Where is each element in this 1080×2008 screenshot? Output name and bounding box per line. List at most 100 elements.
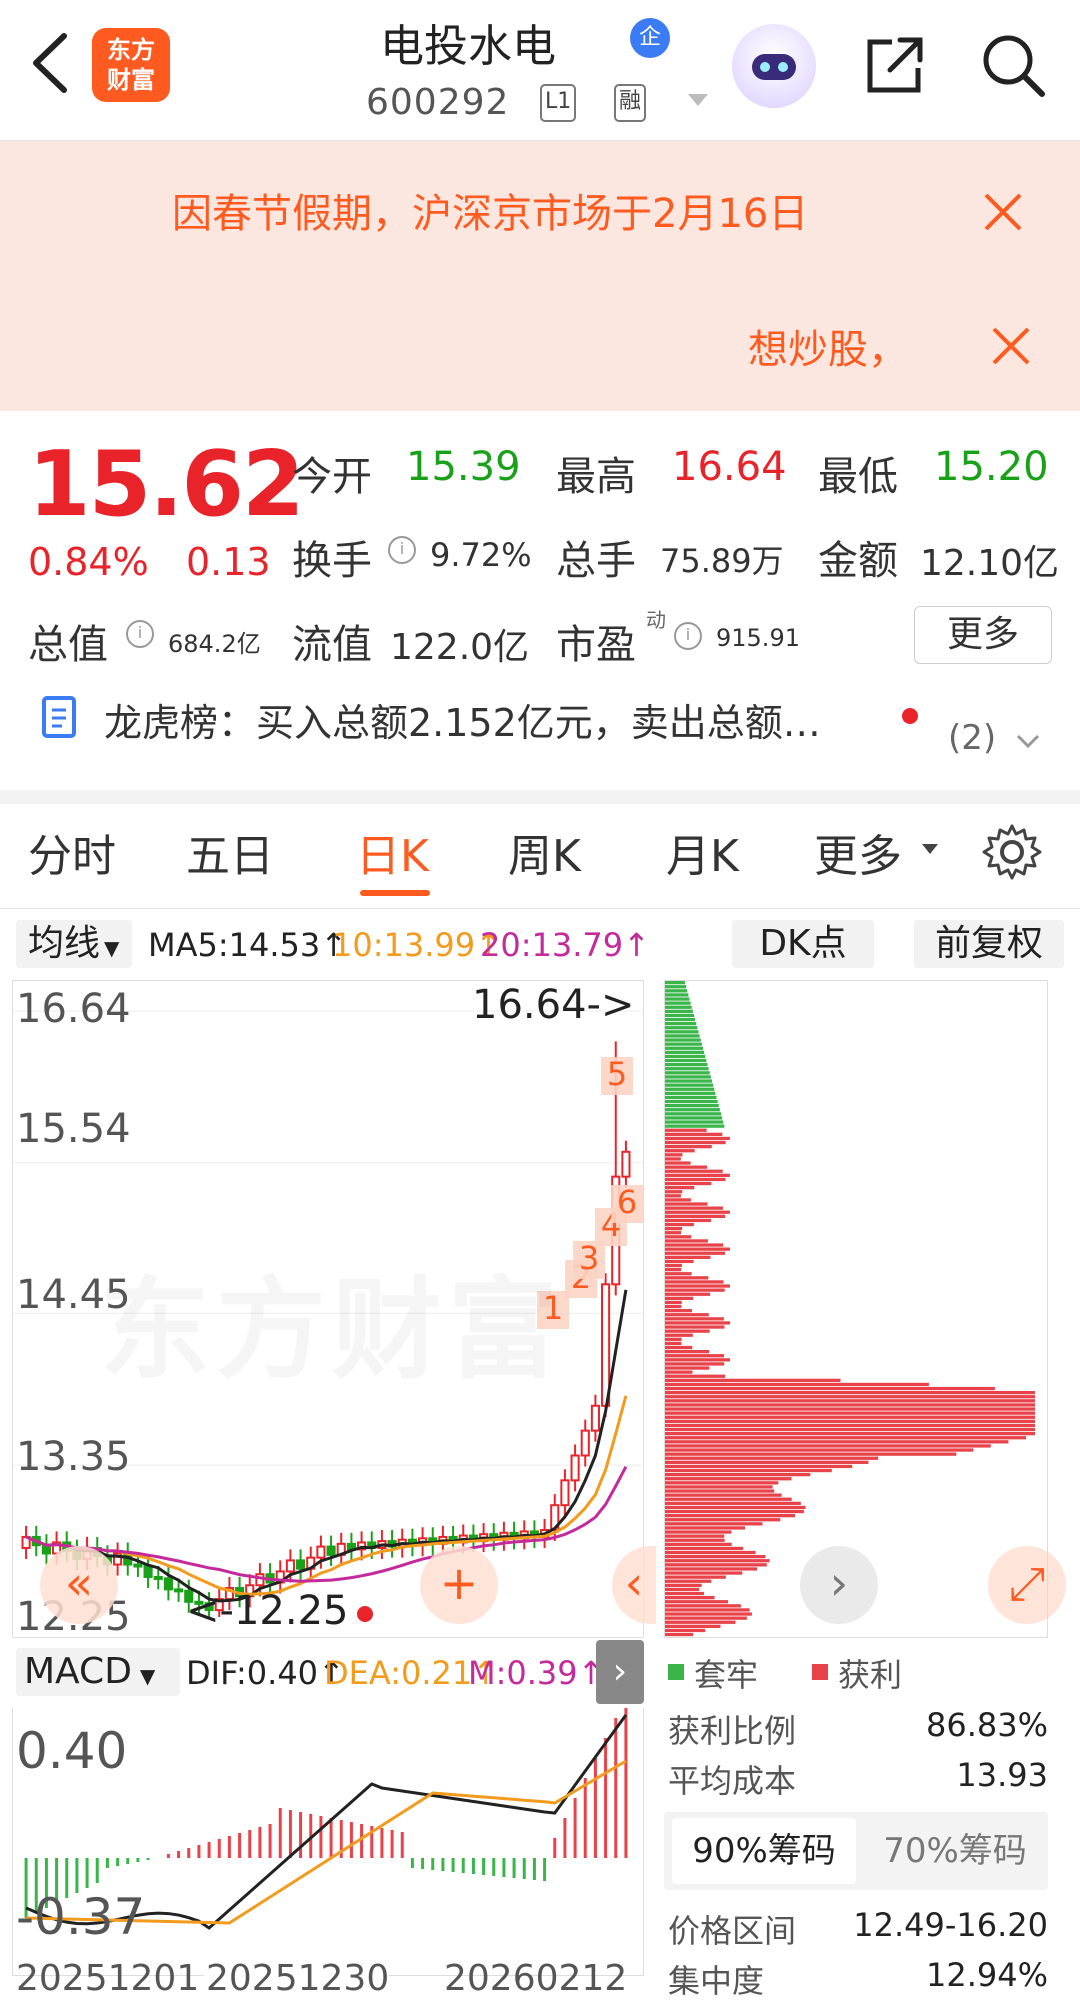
tab-intraday[interactable]: 分时 bbox=[28, 820, 116, 884]
tab-monthly-k[interactable]: 月K bbox=[666, 820, 739, 884]
chip-distribution-chart bbox=[664, 980, 1048, 1638]
tab-daily-k[interactable]: 日K bbox=[356, 820, 429, 884]
chip-bar bbox=[665, 1407, 1035, 1411]
market-cap-value: 684.2亿 bbox=[168, 630, 261, 658]
candle-body bbox=[570, 1454, 580, 1482]
gear-icon[interactable] bbox=[982, 822, 1042, 882]
chip-bar bbox=[665, 1227, 683, 1231]
amount-value: 12.10亿 bbox=[920, 543, 1060, 584]
close-icon[interactable] bbox=[978, 187, 1028, 237]
tab-more[interactable]: 更多 bbox=[814, 820, 902, 884]
chevron-down-icon[interactable] bbox=[686, 92, 710, 108]
chevron-right-icon[interactable]: › bbox=[596, 1640, 644, 1704]
chip-bar bbox=[665, 1259, 694, 1264]
tab-five-day[interactable]: 五日 bbox=[186, 820, 274, 884]
adjustment-button[interactable]: 前复权 bbox=[914, 920, 1064, 968]
chip-bar bbox=[665, 1624, 721, 1628]
chip-bar bbox=[665, 1419, 1035, 1423]
info-icon[interactable]: i bbox=[674, 622, 702, 650]
back-arrow-icon[interactable] bbox=[22, 28, 82, 98]
chip-bar bbox=[665, 1485, 773, 1489]
chip-bar bbox=[665, 1456, 879, 1460]
chip-bar bbox=[665, 1620, 736, 1624]
active-tab-indicator bbox=[360, 890, 430, 896]
macd-bottom-label: -0.37 bbox=[16, 1888, 146, 1946]
chip-bar bbox=[665, 1034, 700, 1038]
more-quote-button[interactable]: 更多 bbox=[914, 606, 1052, 664]
chip-bar bbox=[665, 1136, 730, 1141]
tab-weekly-k[interactable]: 周K bbox=[508, 820, 581, 884]
chip-bar bbox=[665, 1149, 695, 1153]
ai-assistant-icon[interactable] bbox=[732, 24, 816, 108]
candle-body bbox=[174, 1588, 184, 1593]
enterprise-badge: 企 bbox=[630, 18, 670, 58]
chip-bar bbox=[665, 1612, 752, 1616]
search-icon[interactable] bbox=[978, 30, 1048, 100]
macd-select[interactable]: MACD ▼ bbox=[16, 1648, 180, 1696]
signal-label: 5 bbox=[607, 1055, 627, 1093]
chip-bar bbox=[665, 1489, 775, 1493]
low-marker-dot bbox=[357, 1606, 373, 1622]
chip-bar bbox=[665, 1329, 710, 1333]
chip-bar bbox=[665, 1386, 995, 1391]
chip-bar bbox=[665, 1567, 757, 1571]
ma20-value: 20:13.79↑ bbox=[480, 926, 650, 964]
macd-top-label: 0.40 bbox=[16, 1722, 128, 1780]
chip-bar bbox=[665, 1341, 682, 1346]
candle-body bbox=[285, 1559, 295, 1573]
chip-bar bbox=[665, 1124, 725, 1128]
chip-bar bbox=[665, 1415, 1035, 1419]
chip-bar bbox=[665, 1206, 723, 1210]
dk-point-label: DK点 bbox=[759, 923, 847, 964]
concentration-value: 12.94% bbox=[925, 1956, 1048, 1994]
chip-bar bbox=[665, 1464, 853, 1469]
chip-bar bbox=[665, 1526, 746, 1530]
chip-bar bbox=[665, 1247, 730, 1251]
chevron-down-icon[interactable] bbox=[1014, 732, 1042, 750]
chip-bar bbox=[665, 1157, 681, 1161]
chip-bar bbox=[665, 1468, 832, 1473]
period-high-marker: 16.64-> bbox=[472, 982, 635, 1028]
info-icon[interactable]: i bbox=[388, 536, 416, 564]
chip-bar bbox=[665, 1563, 767, 1567]
chip-bar bbox=[665, 1378, 841, 1382]
close-icon[interactable] bbox=[986, 321, 1036, 371]
chip-bar bbox=[665, 1481, 779, 1485]
profit-ratio-label: 获利比例 bbox=[668, 1712, 797, 1750]
info-icon[interactable]: i bbox=[126, 620, 154, 648]
chip-distribution-plot bbox=[665, 981, 1035, 1637]
chip-bar bbox=[665, 1313, 709, 1317]
indicator-select[interactable]: 均线 ▼ bbox=[16, 920, 132, 968]
stock-name: 电投水电 bbox=[380, 21, 556, 72]
macd-select-label: MACD bbox=[24, 1651, 132, 1692]
dk-point-button[interactable]: DK点 bbox=[732, 920, 874, 968]
level1-tag: L1 bbox=[540, 84, 577, 122]
volume-value: 75.89万 bbox=[660, 542, 784, 580]
dragon-tiger-count: (2) bbox=[948, 718, 997, 758]
chip-bar bbox=[665, 1054, 706, 1059]
tab-chip-90[interactable]: 90%筹码 bbox=[672, 1818, 856, 1884]
chip-bar bbox=[665, 1022, 697, 1026]
chip-bar bbox=[665, 1358, 730, 1362]
chip-bar bbox=[665, 1583, 702, 1587]
chip-bar bbox=[665, 1067, 709, 1071]
low-value: 15.20 bbox=[934, 444, 1049, 490]
share-icon[interactable] bbox=[862, 32, 928, 98]
candle-body bbox=[316, 1545, 326, 1559]
chip-bar bbox=[665, 1337, 682, 1341]
y-axis-label: 14.45 bbox=[16, 1272, 131, 1318]
scroll-left-button[interactable]: « bbox=[40, 1546, 118, 1624]
divider bbox=[0, 790, 1080, 804]
chip-bar bbox=[665, 1452, 957, 1456]
zoom-in-button[interactable]: + bbox=[420, 1546, 498, 1624]
chip-bar bbox=[665, 1530, 732, 1534]
tab-chip-70[interactable]: 70%筹码 bbox=[866, 1818, 1044, 1884]
pe-dynamic-mark: 动 bbox=[646, 608, 666, 632]
chip-bar bbox=[665, 1140, 726, 1145]
chip-bar bbox=[665, 1181, 712, 1186]
chip-bar bbox=[665, 981, 685, 985]
candle-body bbox=[296, 1559, 306, 1570]
margin-tag: 融 bbox=[614, 84, 647, 122]
chip-bar bbox=[665, 1161, 691, 1165]
chip-bar bbox=[665, 1099, 718, 1104]
